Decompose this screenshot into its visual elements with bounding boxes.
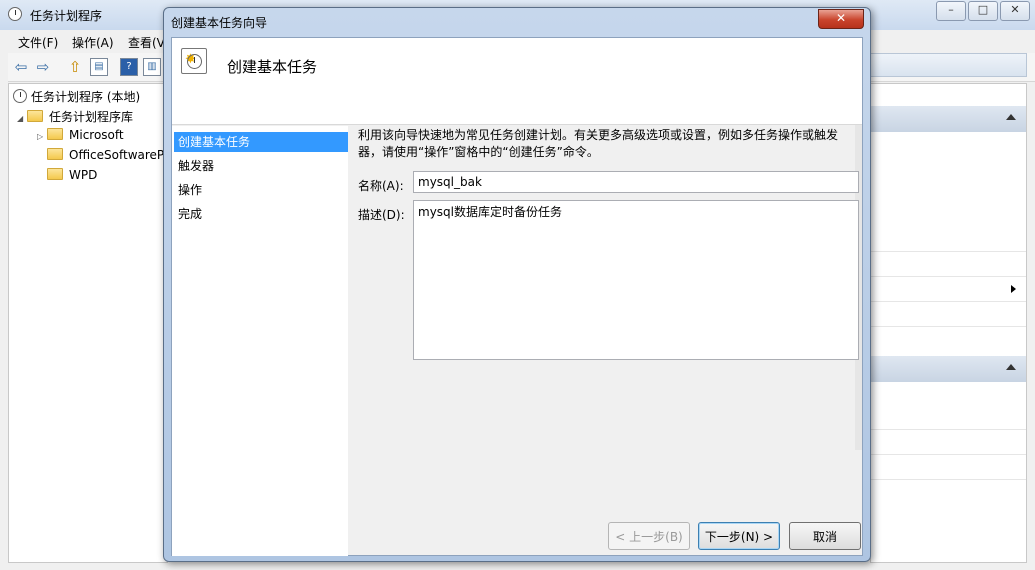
tree-item-label: WPD xyxy=(69,168,98,182)
header-divider xyxy=(172,124,862,125)
tree-root[interactable]: 任务计划程序 (本地) xyxy=(13,88,140,105)
main-window-title: 任务计划程序 xyxy=(30,9,103,23)
wizard-description: 利用该向导快速地为常见任务创建计划。有关更多高级选项或设置，例如多任务操作或触发… xyxy=(358,128,839,159)
folder-icon xyxy=(47,128,63,140)
collapse-up-icon[interactable] xyxy=(1006,114,1016,120)
step-action[interactable]: 操作 xyxy=(174,180,348,200)
action-pane-title-bar xyxy=(870,53,1027,77)
divider xyxy=(871,429,1026,430)
next-button[interactable]: 下一步(N) > xyxy=(698,522,780,550)
tree-item-officesoftware[interactable]: OfficeSoftwareP xyxy=(47,148,164,162)
folder-clock-icon xyxy=(27,110,43,122)
selected-item-section-header[interactable] xyxy=(871,356,1026,382)
expand-down-icon[interactable]: ◢ xyxy=(17,114,27,123)
step-finish[interactable]: 完成 xyxy=(174,204,348,224)
wizard-header: ✸ 创建基本任务 xyxy=(172,38,862,124)
help-icon[interactable]: ? xyxy=(120,58,138,76)
menu-action[interactable]: 操作(A) xyxy=(72,34,114,51)
task-clock-icon: ✸ xyxy=(181,48,207,74)
clock-icon xyxy=(13,89,27,103)
task-name-input[interactable] xyxy=(413,171,859,193)
close-button[interactable]: ✕ xyxy=(1000,1,1030,21)
divider xyxy=(871,276,1026,277)
divider xyxy=(871,479,1026,480)
wizard-header-title: 创建基本任务 xyxy=(227,58,318,76)
tree-item-microsoft[interactable]: ▷ Microsoft xyxy=(37,128,124,142)
tree-root-label: 任务计划程序 (本地) xyxy=(31,90,141,104)
tree-item-label: OfficeSoftwareP xyxy=(69,148,165,162)
show-hide-tree-icon[interactable]: ▤ xyxy=(90,58,108,76)
clock-icon xyxy=(8,7,22,21)
up-folder-icon[interactable]: ⇧ xyxy=(66,58,84,76)
tree-library-label: 任务计划程序库 xyxy=(49,110,134,124)
show-hide-action-pane-icon[interactable]: ▥ xyxy=(143,58,161,76)
tree-item-label: Microsoft xyxy=(69,128,124,142)
minimize-button[interactable]: – xyxy=(936,1,966,21)
window-controls: – □ ✕ xyxy=(934,1,1030,21)
forward-arrow-icon[interactable]: ⇨ xyxy=(34,58,52,76)
tree-panel: 任务计划程序 (本地) ◢ 任务计划程序库 ▷ Microsoft OfficeSo… xyxy=(8,83,168,563)
divider xyxy=(871,326,1026,327)
dialog-title: 创建基本任务向导 xyxy=(171,16,268,30)
back-arrow-icon[interactable]: ⇦ xyxy=(12,58,30,76)
menu-file[interactable]: 文件(F) xyxy=(18,34,58,51)
menu-view[interactable]: 查看(V xyxy=(128,34,165,51)
divider xyxy=(871,454,1026,455)
step-trigger[interactable]: 触发器 xyxy=(174,156,348,176)
folder-icon xyxy=(47,148,63,160)
cancel-button[interactable]: 取消 xyxy=(789,522,861,550)
folder-icon xyxy=(47,168,63,180)
collapse-up-icon[interactable] xyxy=(1006,364,1016,370)
action-section-header[interactable] xyxy=(871,106,1026,132)
tree-item-wpd[interactable]: WPD xyxy=(47,168,97,182)
action-pane xyxy=(870,83,1027,563)
name-label: 名称(A): xyxy=(358,179,404,193)
description-label: 描述(D): xyxy=(358,208,405,222)
divider xyxy=(871,251,1026,252)
expand-right-icon[interactable]: ▷ xyxy=(37,132,47,141)
divider xyxy=(871,301,1026,302)
submenu-arrow-icon[interactable] xyxy=(1011,285,1016,293)
dialog-close-button[interactable]: ✕ xyxy=(818,9,864,29)
maximize-button[interactable]: □ xyxy=(968,1,998,21)
step-create-basic-task[interactable]: 创建基本任务 xyxy=(174,132,348,152)
tree-library[interactable]: ◢ 任务计划程序库 xyxy=(17,108,133,125)
wizard-step-list: 创建基本任务 触发器 操作 完成 xyxy=(172,126,348,556)
dialog-client-area: ✸ 创建基本任务 创建基本任务 触发器 操作 完成 利用该向导快速地为常见任务创… xyxy=(171,37,863,556)
create-basic-task-wizard: 创建基本任务向导 ✕ ✸ 创建基本任务 创建基本任务 触发器 操作 完成 利用该… xyxy=(163,7,871,562)
task-description-textarea[interactable]: mysql数据库定时备份任务 xyxy=(413,200,859,360)
back-button[interactable]: < 上一步(B) xyxy=(608,522,690,550)
